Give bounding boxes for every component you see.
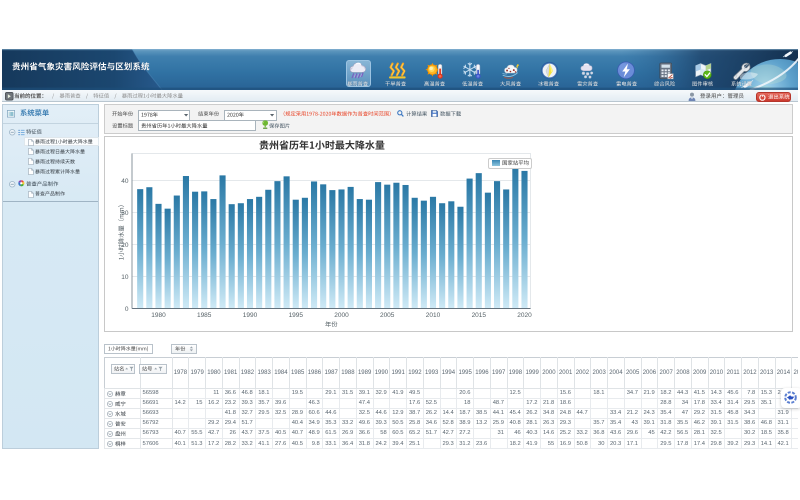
svg-text:2005: 2005 bbox=[380, 312, 395, 319]
svg-text:0: 0 bbox=[125, 306, 129, 313]
svg-text:2020: 2020 bbox=[517, 312, 532, 319]
svg-text:1990: 1990 bbox=[243, 312, 258, 319]
svg-text:1980: 1980 bbox=[151, 312, 166, 319]
svg-text:10: 10 bbox=[121, 274, 129, 281]
svg-text:2015: 2015 bbox=[472, 312, 487, 319]
svg-text:1985: 1985 bbox=[197, 312, 212, 319]
svg-text:40: 40 bbox=[121, 178, 129, 185]
svg-text:2000: 2000 bbox=[334, 312, 349, 319]
svg-text:1995: 1995 bbox=[289, 312, 304, 319]
svg-text:2010: 2010 bbox=[426, 312, 441, 319]
